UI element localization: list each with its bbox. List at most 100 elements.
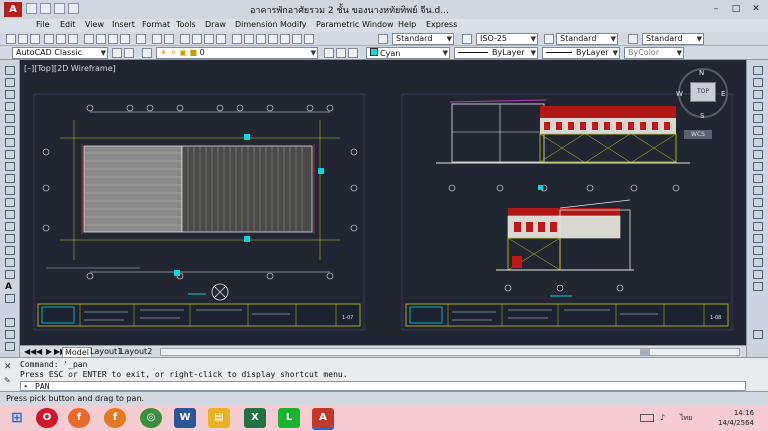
viewcube-face[interactable]: TOP: [690, 82, 716, 102]
lineweight-combo[interactable]: ByLayer ▼: [542, 47, 620, 59]
menu-tools[interactable]: Tools: [176, 20, 196, 29]
table-icon[interactable]: [5, 270, 15, 279]
menu-format[interactable]: Format: [142, 20, 170, 29]
array-icon[interactable]: [753, 114, 763, 123]
tab-layout1[interactable]: Layout1: [90, 347, 122, 356]
dim-style-icon[interactable]: [462, 34, 472, 44]
break-at-point-icon[interactable]: [753, 198, 763, 207]
keyboard-icon[interactable]: [640, 414, 654, 422]
tab-next-button[interactable]: ▶: [46, 347, 52, 356]
ellipse-arc-icon[interactable]: [5, 186, 15, 195]
paste-icon[interactable]: [108, 34, 118, 44]
design-center-icon[interactable]: [244, 34, 254, 44]
menu-file[interactable]: File: [36, 20, 49, 29]
clock-date[interactable]: 14/4/2564: [718, 419, 754, 427]
workspace-settings-icon[interactable]: [112, 48, 122, 58]
blend-icon[interactable]: [753, 258, 763, 267]
menu-parametric[interactable]: Parametric: [316, 20, 359, 29]
menu-dimension[interactable]: Dimension: [235, 20, 278, 29]
scroll-up-icon[interactable]: [753, 282, 763, 291]
zoom-realtime-icon[interactable]: [192, 34, 202, 44]
viewcube-south[interactable]: S: [700, 112, 704, 120]
copy-icon[interactable]: [96, 34, 106, 44]
autocad-logo-icon[interactable]: A: [4, 2, 22, 17]
table-style-icon[interactable]: [544, 34, 554, 44]
opera-icon[interactable]: O: [36, 408, 58, 428]
color-combo[interactable]: Cyan ▼: [366, 47, 450, 59]
menu-edit[interactable]: Edit: [60, 20, 76, 29]
offset-icon[interactable]: [753, 102, 763, 111]
minimize-button[interactable]: –: [706, 2, 726, 16]
linetype-combo[interactable]: ByLayer ▼: [454, 47, 538, 59]
clock-time[interactable]: 14:16: [734, 409, 754, 417]
sheet-set-icon[interactable]: [268, 34, 278, 44]
redo-icon[interactable]: [164, 34, 174, 44]
make-current-icon[interactable]: [324, 48, 334, 58]
qsave-icon[interactable]: [54, 3, 65, 14]
layer-properties-icon[interactable]: [142, 48, 152, 58]
break-icon[interactable]: [753, 210, 763, 219]
region-icon[interactable]: [5, 258, 15, 267]
menu-express[interactable]: Express: [426, 20, 457, 29]
maximize-button[interactable]: □: [726, 2, 746, 16]
block-editor-icon[interactable]: [136, 34, 146, 44]
qopen-icon[interactable]: [40, 3, 51, 14]
scrollbar-thumb[interactable]: [640, 349, 650, 355]
extend-icon[interactable]: [753, 186, 763, 195]
multileader-style-combo[interactable]: Standard ▼: [642, 33, 704, 45]
text-style-icon[interactable]: [378, 34, 388, 44]
tab-prev-button[interactable]: ◀: [36, 347, 42, 356]
line-icon[interactable]: [5, 66, 15, 75]
revision-cloud-icon[interactable]: [5, 150, 15, 159]
word-icon[interactable]: W: [174, 408, 196, 428]
make-block-icon[interactable]: [5, 210, 15, 219]
drawing-canvas[interactable]: 1-07 1-08 TOP N S E W WCS: [20, 60, 746, 345]
workspace-combo[interactable]: AutoCAD Classic ▼: [12, 47, 108, 59]
firefox-icon[interactable]: f: [68, 408, 90, 428]
qundo-icon[interactable]: [68, 3, 79, 14]
add-selected-icon[interactable]: [5, 294, 15, 303]
layer-previous-icon[interactable]: [336, 48, 346, 58]
autocad-taskbar-icon[interactable]: A: [312, 408, 334, 430]
menu-modify[interactable]: Modify: [280, 20, 307, 29]
zoom-window-icon[interactable]: [204, 34, 214, 44]
horizontal-scrollbar[interactable]: [160, 348, 740, 356]
move-icon[interactable]: [753, 126, 763, 135]
tab-layout2[interactable]: Layout2: [120, 347, 152, 356]
tab-first-button[interactable]: ◀◀: [24, 347, 36, 356]
save-icon[interactable]: [30, 34, 40, 44]
rotate-icon[interactable]: [753, 138, 763, 147]
polyline-icon[interactable]: [5, 90, 15, 99]
wcs-menu[interactable]: WCS: [684, 130, 712, 139]
spline-icon[interactable]: [5, 162, 15, 171]
text-style-combo[interactable]: Standard ▼: [392, 33, 454, 45]
arc-icon[interactable]: [5, 126, 15, 135]
scale-icon[interactable]: [753, 150, 763, 159]
insert-block-icon[interactable]: [5, 198, 15, 207]
construction-line-icon[interactable]: [5, 78, 15, 87]
scroll-down-icon[interactable]: [753, 330, 763, 339]
viewcube-north[interactable]: N: [699, 69, 704, 77]
workspace-gear-icon[interactable]: [124, 48, 134, 58]
tool-palettes-icon[interactable]: [256, 34, 266, 44]
undo-icon[interactable]: [152, 34, 162, 44]
calculator-icon[interactable]: [292, 34, 302, 44]
dim-style-combo[interactable]: ISO-25 ▼: [476, 33, 538, 45]
open-icon[interactable]: [18, 34, 28, 44]
input-language[interactable]: ไทย: [680, 413, 692, 424]
publish-icon[interactable]: [68, 34, 78, 44]
match-properties-icon[interactable]: [120, 34, 130, 44]
point-icon[interactable]: [5, 222, 15, 231]
wrench-icon[interactable]: ✎: [4, 376, 14, 386]
polygon-icon[interactable]: [5, 102, 15, 111]
markup-icon[interactable]: [280, 34, 290, 44]
erase-icon[interactable]: [753, 66, 763, 75]
layer-tool-icon[interactable]: [5, 318, 15, 327]
menu-view[interactable]: View: [85, 20, 104, 29]
hatch-icon[interactable]: [5, 234, 15, 243]
explode-icon[interactable]: [753, 270, 763, 279]
plotstyle-combo[interactable]: ByColor ▼: [624, 47, 684, 59]
properties-icon[interactable]: [232, 34, 242, 44]
pan-icon[interactable]: [180, 34, 190, 44]
ellipse-icon[interactable]: [5, 174, 15, 183]
